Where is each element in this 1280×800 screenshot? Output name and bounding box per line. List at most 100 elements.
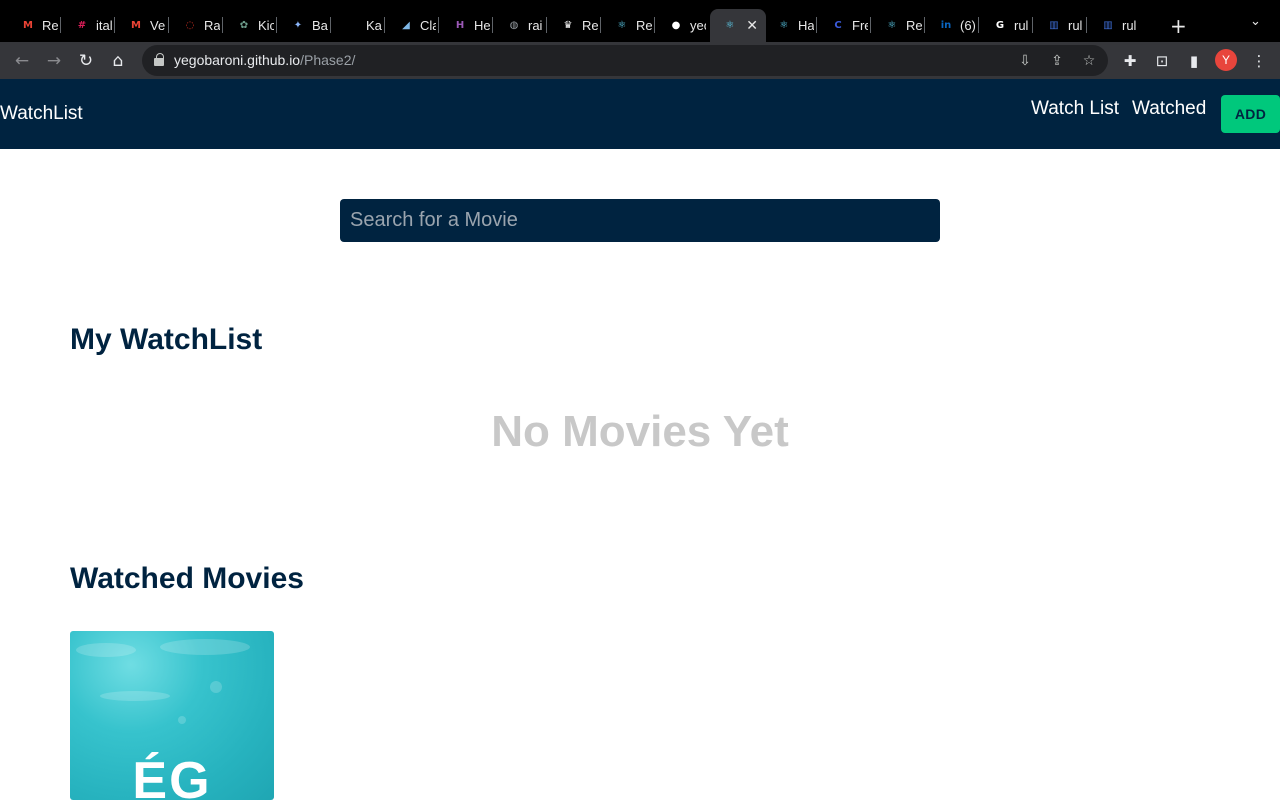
tab-separator [816, 17, 817, 33]
tab-separator [114, 17, 115, 33]
browser-tab-title: (6) [960, 18, 976, 33]
tab-separator [870, 17, 871, 33]
browser-tab-title: Kic [258, 18, 274, 33]
feather-icon: ◢ [402, 20, 410, 31]
browser-tab-title: Re [42, 18, 58, 33]
h-icon: H [455, 20, 465, 31]
water-ripple [100, 691, 170, 701]
share-icon[interactable]: ⇪ [1046, 50, 1068, 72]
water-bubble [210, 681, 222, 693]
react-icon: ⚛ [725, 20, 735, 31]
browser-tab[interactable]: ✿ Kic [224, 9, 274, 42]
gmail-icon: M [23, 20, 33, 31]
new-tab-icon[interactable]: + [1170, 14, 1187, 38]
browser-tab[interactable]: M Ve [116, 9, 166, 42]
install-app-icon[interactable]: ⇩ [1014, 50, 1036, 72]
tab-separator [438, 17, 439, 33]
url-text[interactable]: yegobaroni.github.io/Phase2/ [174, 52, 355, 68]
lock-icon[interactable] [154, 53, 164, 67]
browser-toolbar: ← → ↻ ⌂ yegobaroni.github.io/Phase2/ ⇩ ⇪… [0, 42, 1280, 79]
crown-icon: ♛ [563, 20, 573, 31]
tab-separator [654, 17, 655, 33]
browser-tab-title: ital [96, 18, 112, 33]
movie-poster[interactable]: ÉG [70, 631, 274, 800]
bookmark-star-icon[interactable]: ☆ [1078, 50, 1100, 72]
browser-tab[interactable]: ⚛ Re [602, 9, 652, 42]
browser-tab[interactable]: ● yeç [656, 9, 706, 42]
nav-link-watch-list[interactable]: Watch List [1031, 98, 1119, 120]
google-icon: G [995, 20, 1005, 31]
reload-icon[interactable]: ↻ [73, 48, 99, 74]
react-icon: ⚛ [779, 20, 789, 31]
tab-separator [222, 17, 223, 33]
browser-tab[interactable]: ⚛ Re [872, 9, 922, 42]
browser-tab-title: Re [636, 18, 652, 33]
linkedin-icon: in [940, 20, 952, 31]
search-input[interactable] [340, 199, 940, 242]
browser-tab[interactable]: ◌ Ra [170, 9, 220, 42]
extensions-puzzle-icon[interactable]: ✚ [1118, 49, 1142, 73]
browser-tab[interactable]: ⚛ ✕ [710, 9, 766, 42]
brand-logo[interactable]: WatchList [0, 103, 83, 125]
browser-tab[interactable]: ✦ Ba [278, 9, 328, 42]
tab-separator [276, 17, 277, 33]
browser-tab[interactable]: in (6) [926, 9, 976, 42]
add-button[interactable]: ADD [1221, 95, 1280, 133]
chatgpt-icon: ✿ [239, 20, 249, 31]
kebab-menu-icon[interactable]: ⋮ [1247, 49, 1271, 73]
watched-heading: Watched Movies [70, 562, 304, 595]
profile-avatar[interactable]: Y [1215, 49, 1237, 71]
tab-separator [978, 17, 979, 33]
browser-tab[interactable]: ▥ rul [1088, 9, 1138, 42]
browser-tab-title: Fre [852, 18, 868, 33]
browser-tab[interactable]: C Fre [818, 9, 868, 42]
water-ripple [160, 639, 250, 655]
watchlist-heading: My WatchList [70, 323, 263, 356]
tab-separator [924, 17, 925, 33]
side-panel-icon[interactable]: ▮ [1182, 49, 1206, 73]
gmail-icon: M [131, 20, 141, 31]
back-arrow-icon[interactable]: ← [9, 48, 35, 74]
address-bar[interactable]: yegobaroni.github.io/Phase2/ ⇩ ⇪ ☆ [142, 45, 1108, 76]
browser-tab[interactable]: # ital [62, 9, 112, 42]
cast-icon[interactable]: ⊡ [1150, 49, 1174, 73]
ring-icon: ◌ [185, 20, 195, 31]
browser-tab-title: Re [582, 18, 598, 33]
url-path: /Phase2/ [300, 52, 356, 68]
tab-separator [60, 17, 61, 33]
browser-tab[interactable]: ◍ rai [494, 9, 544, 42]
sparkle-icon: ✦ [293, 20, 303, 31]
browser-tab[interactable]: H He [440, 9, 490, 42]
github-icon: ● [671, 20, 681, 31]
tab-separator [546, 17, 547, 33]
browser-tab-title: Ve [150, 18, 166, 33]
browser-tab[interactable]: Grul [980, 9, 1030, 42]
browser-tab-title: rul [1014, 18, 1029, 33]
tab-separator [330, 17, 331, 33]
home-icon[interactable]: ⌂ [105, 48, 131, 74]
book-icon: ▥ [1049, 20, 1059, 31]
url-host: yegobaroni.github.io [174, 52, 301, 68]
tab-search-chevron-icon[interactable]: ⌄ [1250, 14, 1261, 29]
browser-tab[interactable]: ♛ Re [548, 9, 598, 42]
browser-tab[interactable]: M Re [8, 9, 58, 42]
browser-tab[interactable]: ▥ rul [1034, 9, 1084, 42]
forward-arrow-icon[interactable]: → [41, 48, 67, 74]
browser-tab-title: rul [1122, 18, 1137, 33]
browser-tab[interactable]: ⚛ Ha [764, 9, 814, 42]
tab-separator [384, 17, 385, 33]
tab-separator [1086, 17, 1087, 33]
nav-link-watched[interactable]: Watched [1132, 98, 1206, 120]
browser-tab-title: Ka [366, 18, 382, 33]
browser-tab-title: Cla [420, 18, 436, 33]
globe-icon: ◍ [509, 20, 519, 31]
tab-separator [492, 17, 493, 33]
water-ripple [76, 643, 136, 657]
browser-tab-strip: + ⌄ M Re # ital M Ve ◌ Ra ✿ Kic ✦ Ba Ka ◢ Cla H He ◍ rai ♛ R… [0, 0, 1280, 42]
blank-icon [344, 18, 360, 34]
close-tab-icon[interactable]: ✕ [746, 18, 758, 34]
browser-tab[interactable]: Ka [332, 9, 382, 42]
browser-tab-title: yeç [690, 18, 706, 33]
browser-tab[interactable]: ◢ Cla [386, 9, 436, 42]
browser-tab-title: rul [1068, 18, 1083, 33]
